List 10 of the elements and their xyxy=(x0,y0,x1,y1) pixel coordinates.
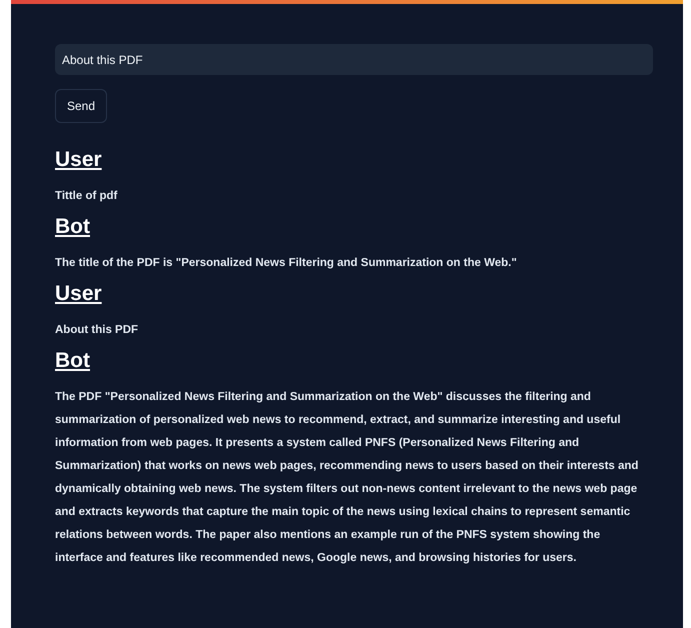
speaker-heading: User xyxy=(55,147,102,173)
speaker-heading: User xyxy=(55,281,102,307)
send-button[interactable]: Send xyxy=(55,89,108,123)
speaker-heading: Bot xyxy=(55,214,90,240)
message-text: Tittle of pdf xyxy=(55,189,118,204)
message-text: About this PDF xyxy=(55,323,140,338)
message-text: The PDF "Personalized News Filtering and Summarization on the Web" discusses the filtering and summarization of personalized web news to recommend, extract, and summarize interesting and useful information from web pages. It presents a system called PNFS (Personalized News Filtering and Summarization) that works on news web pages, recommending news to users based on their interests and dynamically obtaining web news. The system filters out non-news content irrelevant to the news web page and extracts keywords that capture the main topic of the news using lexical chains to represent semantic relations between words. The paper also mentions an example run of the PNFS system showing the interface and features like recommended news, Google news, and browsing histories for users. xyxy=(55,390,640,566)
message-input[interactable]: About this PDF xyxy=(55,44,653,75)
speaker-heading: Bot xyxy=(55,348,90,374)
message-text: The title of the PDF is "Personalized News Filtering and Summarization on the Web." xyxy=(55,256,518,271)
